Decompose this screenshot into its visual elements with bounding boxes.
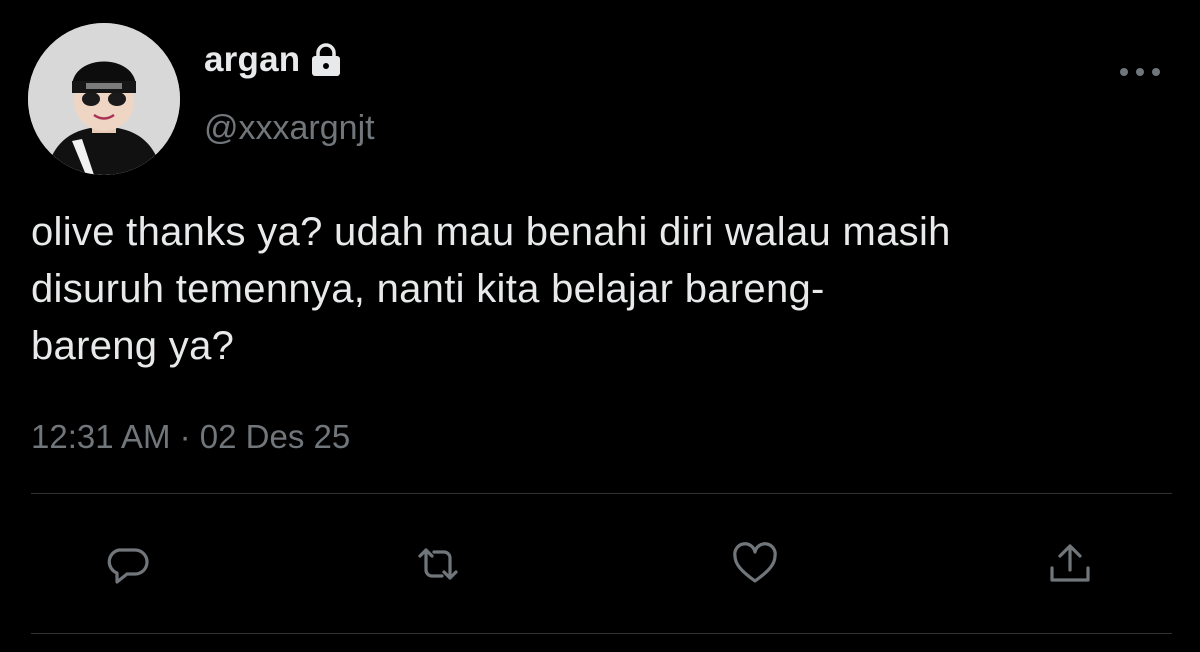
avatar[interactable] [28, 23, 180, 175]
tweet-timestamp[interactable]: 12:31 AM · 02 Des 25 [31, 418, 350, 456]
divider [31, 493, 1172, 494]
more-dot-icon [1120, 68, 1128, 76]
display-name-text: argan [204, 40, 301, 79]
retweet-icon [418, 548, 458, 580]
share-button[interactable] [1044, 538, 1096, 590]
tweet-text: olive thanks ya? udah mau benahi diri wa… [31, 210, 951, 368]
share-icon [1050, 544, 1090, 582]
tweet-time: 12:31 AM [31, 418, 171, 455]
tweet-date: 02 Des 25 [199, 418, 351, 455]
action-bar [0, 538, 1200, 590]
lock-icon [310, 43, 342, 77]
meta-separator: · [179, 418, 191, 455]
retweet-button[interactable] [412, 538, 464, 590]
display-name[interactable]: argan [204, 40, 342, 80]
reply-button[interactable] [103, 538, 155, 590]
more-dot-icon [1136, 68, 1144, 76]
more-dot-icon [1152, 68, 1160, 76]
user-handle[interactable]: @xxxargnjt [204, 109, 375, 148]
divider [31, 633, 1172, 634]
avatar-photo-icon [28, 23, 180, 175]
reply-icon [107, 548, 149, 584]
heart-icon [733, 542, 777, 583]
like-button[interactable] [729, 538, 781, 590]
tweet-card: argan @xxxargnjt olive thanks ya? udah m… [0, 0, 1200, 652]
more-options-button[interactable] [1120, 62, 1160, 82]
